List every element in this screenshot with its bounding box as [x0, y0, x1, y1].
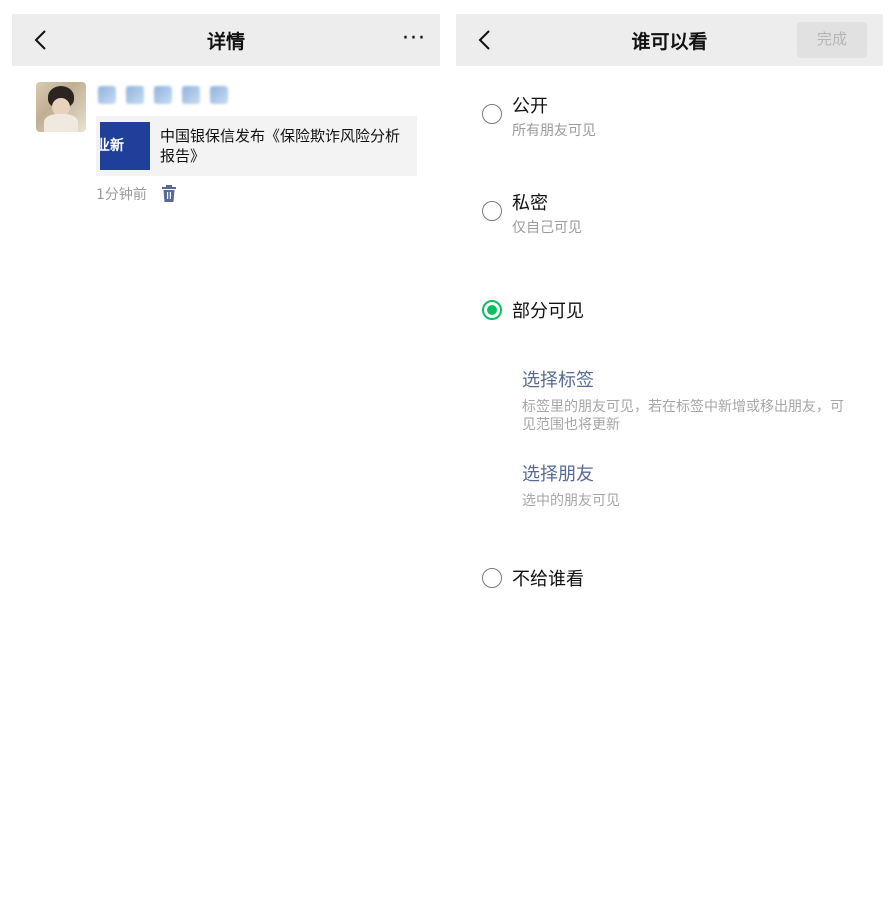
- link-thumbnail: 业新: [100, 122, 150, 170]
- visibility-navbar: 谁可以看 完成: [456, 14, 883, 66]
- radio-partial[interactable]: [482, 300, 502, 320]
- select-tags-desc: 标签里的朋友可见，若在标签中新增或移出朋友，可见范围也将更新: [522, 399, 844, 433]
- avatar[interactable]: [36, 82, 86, 132]
- option-private-title: 私密: [512, 193, 548, 214]
- visibility-panel: 谁可以看 完成 公开 所有朋友可见 私密 仅自己可见 部分可见 选择标签 标签里…: [452, 0, 896, 897]
- option-private-desc: 仅自己可见: [512, 220, 582, 236]
- select-friends-desc: 选中的朋友可见: [522, 493, 620, 509]
- radio-exclude[interactable]: [482, 568, 502, 588]
- option-exclude-title: 不给谁看: [512, 569, 584, 590]
- post-meta: 1分钟前: [96, 184, 177, 204]
- back-icon[interactable]: [474, 28, 498, 52]
- select-tags[interactable]: 选择标签 标签里的朋友可见，若在标签中新增或移出朋友，可见范围也将更新: [522, 366, 852, 434]
- delete-icon[interactable]: [161, 185, 177, 203]
- detail-navbar: 详情 ···: [12, 14, 440, 66]
- option-public-title: 公开: [512, 96, 548, 117]
- select-friends-title: 选择朋友: [522, 464, 594, 485]
- moment-detail-panel: 详情 ··· 业新 中国银保信发布《保险欺诈风险分析报告》 1分钟前: [0, 0, 452, 897]
- select-tags-title: 选择标签: [522, 370, 594, 391]
- done-button[interactable]: 完成: [797, 22, 867, 58]
- nickname-blurred[interactable]: [98, 84, 228, 106]
- shared-link-card[interactable]: 业新 中国银保信发布《保险欺诈风险分析报告》: [96, 116, 417, 176]
- post-time: 1分钟前: [96, 187, 147, 203]
- link-thumb-text: 业新: [100, 138, 124, 154]
- option-partial-title: 部分可见: [512, 301, 584, 322]
- radio-private[interactable]: [482, 201, 502, 221]
- more-icon[interactable]: ···: [402, 26, 426, 51]
- radio-public[interactable]: [482, 104, 502, 124]
- page-title: 详情: [206, 31, 245, 53]
- select-friends[interactable]: 选择朋友 选中的朋友可见: [522, 460, 852, 510]
- link-title: 中国银保信发布《保险欺诈风险分析报告》: [160, 127, 401, 165]
- back-icon[interactable]: [30, 28, 54, 52]
- option-public-desc: 所有朋友可见: [512, 123, 596, 139]
